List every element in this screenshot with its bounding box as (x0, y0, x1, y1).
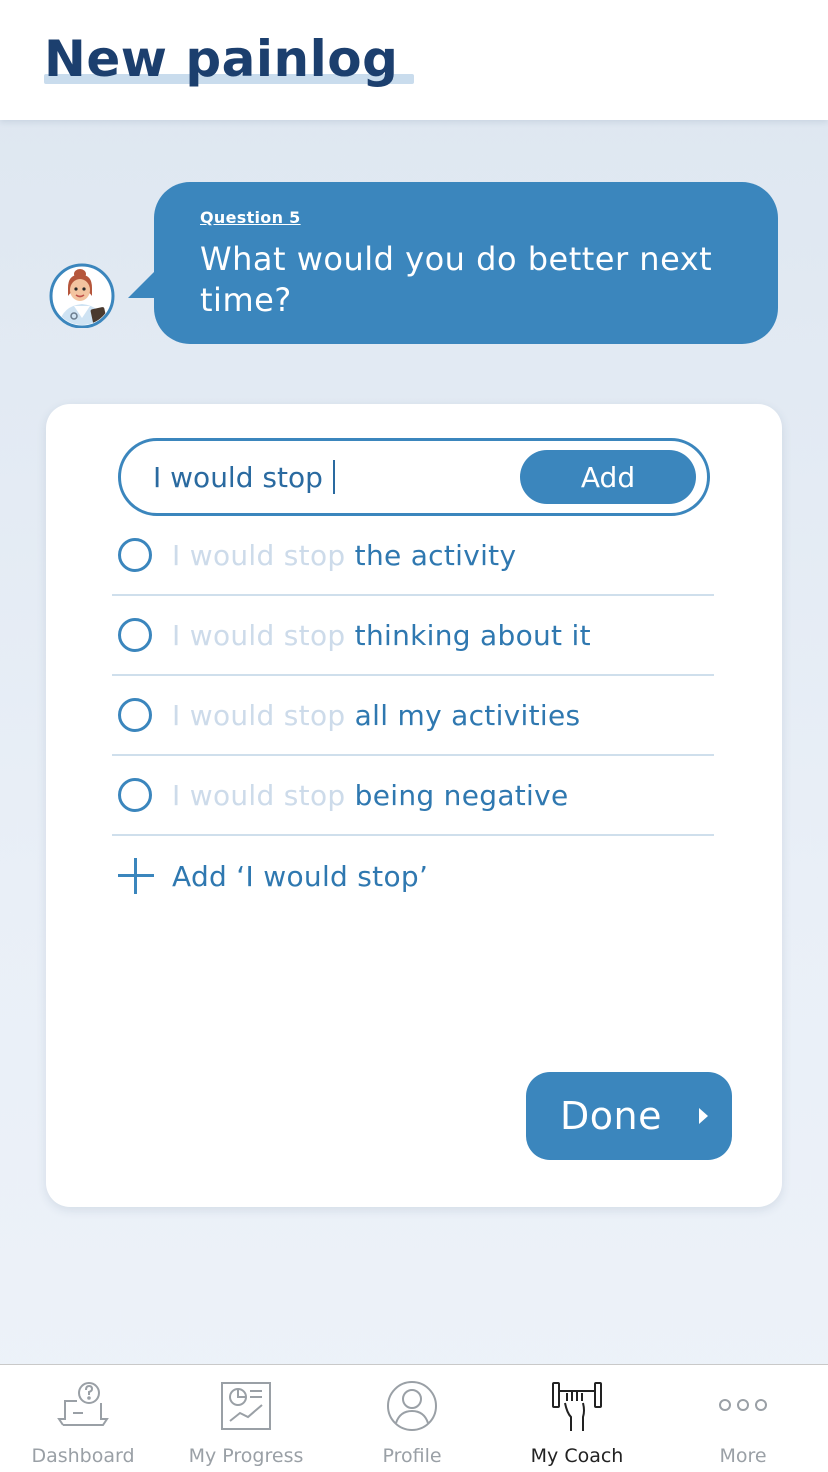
add-custom-option-button[interactable]: Add ‘I would stop’ (118, 852, 428, 900)
more-dots-icon (715, 1379, 771, 1433)
coach-avatar-icon (48, 262, 116, 329)
suggestion-suffix: all my activities (354, 699, 581, 732)
progress-chart-icon (218, 1379, 274, 1433)
suggestion-option[interactable]: I would stop the activity (112, 516, 714, 596)
done-button[interactable]: Done (526, 1072, 732, 1160)
question-number: Question 5 (200, 208, 301, 227)
answer-input-value-wrap[interactable]: I would stop (153, 460, 335, 494)
suggestion-prefix: I would stop (172, 699, 346, 732)
chevron-right-icon (699, 1108, 708, 1124)
done-label: Done (560, 1094, 662, 1138)
tab-label: Dashboard (31, 1445, 135, 1467)
coach-muscle-icon (549, 1379, 605, 1433)
page-title: New painlog (44, 30, 399, 88)
app-header: New painlog (0, 0, 828, 120)
add-custom-option-label: Add ‘I would stop’ (172, 859, 429, 893)
suggestion-suffix: the activity (354, 539, 517, 572)
tab-my-progress[interactable]: My Progress (163, 1365, 329, 1472)
answer-input-value[interactable]: I would stop (153, 461, 323, 494)
suggestion-suffix: being negative (354, 779, 569, 812)
coach-speech-bubble: Question 5 What would you do better next… (154, 182, 778, 344)
suggestion-text: I would stop being negative (172, 779, 569, 812)
suggestion-text: I would stop the activity (172, 539, 516, 572)
radio-button[interactable] (118, 698, 152, 732)
bottom-tab-bar: Dashboard My Progress Profile My Coach M… (0, 1364, 828, 1472)
tab-more[interactable]: More (660, 1365, 826, 1472)
tab-my-coach[interactable]: My Coach (494, 1365, 660, 1472)
tab-dashboard[interactable]: Dashboard (0, 1365, 166, 1472)
text-caret (332, 460, 335, 494)
suggestion-prefix: I would stop (172, 779, 346, 812)
plus-icon (118, 858, 154, 894)
answer-card: I would stop Add I would stop the activi… (46, 404, 782, 1207)
radio-button[interactable] (118, 538, 152, 572)
dashboard-question-icon (55, 1379, 111, 1433)
tab-label: My Coach (530, 1445, 624, 1467)
tab-label: More (719, 1445, 767, 1467)
suggestion-suffix: thinking about it (354, 619, 591, 652)
page-title-wrap: New painlog (44, 30, 414, 88)
tab-profile[interactable]: Profile (329, 1365, 495, 1472)
suggestion-option[interactable]: I would stop all my activities (112, 676, 714, 756)
profile-person-icon (384, 1379, 440, 1433)
suggestion-list: I would stop the activity I would stop t… (112, 516, 714, 836)
tab-label: Profile (382, 1445, 442, 1467)
suggestion-text: I would stop thinking about it (172, 619, 591, 652)
suggestion-prefix: I would stop (172, 619, 346, 652)
radio-button[interactable] (118, 778, 152, 812)
question-text: What would you do better next time? (200, 240, 713, 319)
suggestion-option[interactable]: I would stop being negative (112, 756, 714, 836)
radio-button[interactable] (118, 618, 152, 652)
tab-label: My Progress (188, 1445, 304, 1467)
suggestion-prefix: I would stop (172, 539, 346, 572)
add-button[interactable]: Add (520, 450, 696, 504)
suggestion-text: I would stop all my activities (172, 699, 580, 732)
suggestion-option[interactable]: I would stop thinking about it (112, 596, 714, 676)
answer-input-field[interactable]: I would stop Add (118, 438, 710, 516)
